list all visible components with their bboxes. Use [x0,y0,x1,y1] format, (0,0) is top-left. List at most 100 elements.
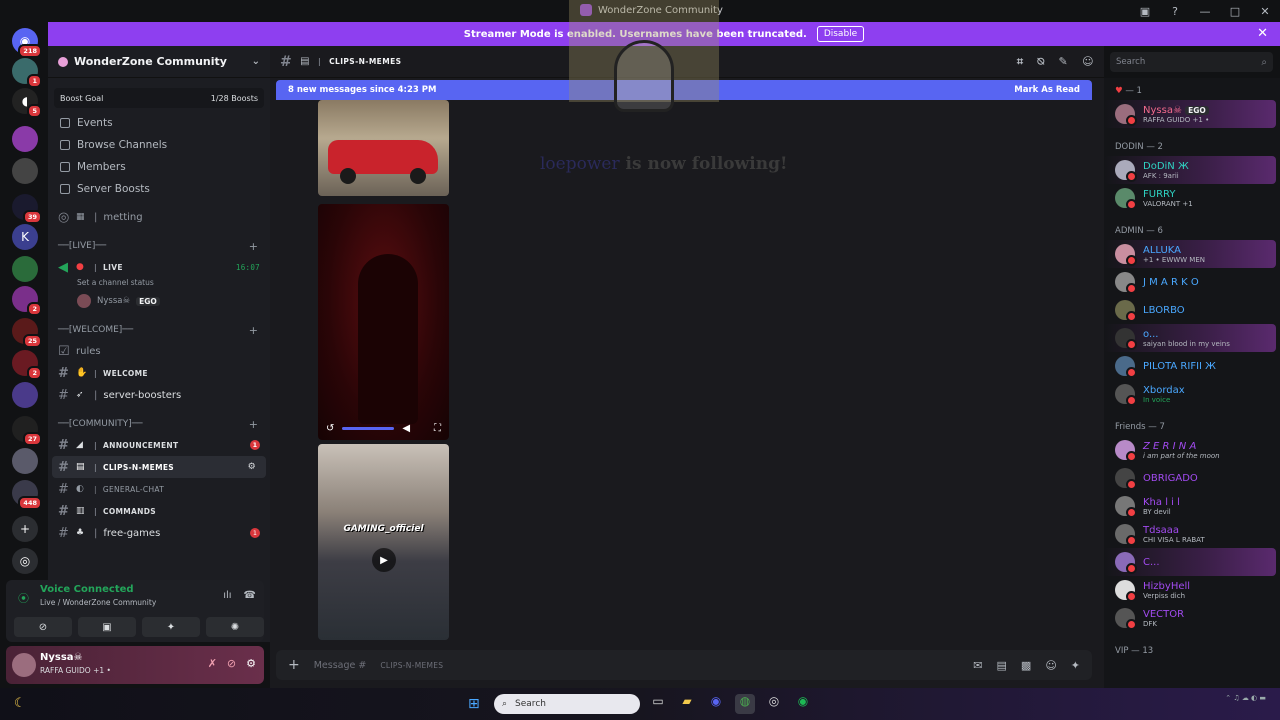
member-list-icon[interactable]: ☺ [1082,55,1094,69]
voice-participant[interactable]: Nyssa☠ EGO [48,290,270,312]
windows-start-icon[interactable]: ⊞ [468,696,484,712]
screen-share-button[interactable]: ▣ [78,617,136,637]
member-item[interactable]: LBORBO [1104,296,1276,324]
avatar[interactable] [12,653,36,677]
server-icon[interactable]: 2 [12,286,42,316]
member-item[interactable]: FURRY VALORANT +1 [1104,184,1276,212]
server-icon[interactable]: K [12,224,38,250]
volume-slider[interactable] [342,426,395,430]
channel-general-chat[interactable]: # ◐ | GENERAL-CHAT [48,478,270,500]
apps-icon[interactable]: ✦ [1071,659,1080,672]
message-composer[interactable]: + Message # CLIPS-N-MEMES ✉ ▤ ▩ ☺ ✦ [276,650,1092,680]
gift-icon[interactable]: ✉ [973,659,982,672]
voice-status-title[interactable]: Voice Connected [40,584,134,595]
steam-icon[interactable]: ◎ [764,694,784,714]
file-explorer-icon[interactable]: ▰ [677,694,697,714]
fullscreen-icon[interactable]: ⛶ [434,423,441,434]
member-item[interactable]: ALLUKA +1 • EWWW MEN [1104,240,1276,268]
home-button[interactable]: ◉ 218 [12,28,42,58]
search-input[interactable]: Search ⌕ [1110,52,1273,72]
nav-browse-channels[interactable]: Browse Channels [48,134,270,156]
member-item[interactable]: HizbyHell Verpiss dich [1104,576,1276,604]
category-live[interactable]: ──[LIVE]── + [48,236,270,256]
maximize-button[interactable]: □ [1220,5,1250,18]
server-icon[interactable]: 448 [12,480,42,510]
category-welcome[interactable]: ──[WELCOME]── + [48,320,270,340]
member-item[interactable]: o... saiyan blood in my veins [1104,324,1276,352]
server-icon[interactable]: 25 [12,318,42,348]
channel-clips-n-memes[interactable]: # ▤ | CLIPS-N-MEMES ⚙ [52,456,266,478]
minimize-button[interactable]: — [1190,5,1220,18]
nav-events[interactable]: Events [48,112,270,134]
disconnect-icon[interactable]: ☎ [244,590,256,601]
mark-as-read-button[interactable]: Mark As Read [1014,85,1080,95]
member-item[interactable]: PILOTA RIFII Ж [1104,352,1276,380]
emoji-icon[interactable]: ☺ [1045,659,1056,672]
soundboard-button[interactable]: ✺ [206,617,264,637]
inbox-icon[interactable]: ▣ [1130,5,1160,18]
server-icon[interactable]: 1 [12,58,42,88]
channel-free-games[interactable]: # ♣ | free-games 1 [48,522,270,544]
sticker-icon[interactable]: ▩ [1021,659,1031,672]
notifications-icon[interactable]: ⍉ [1038,55,1045,69]
server-icon[interactable]: 27 [12,416,42,446]
volume-icon[interactable]: ◀ [402,423,410,434]
member-item[interactable]: C... [1104,548,1276,576]
help-icon[interactable]: ? [1160,5,1190,18]
plus-icon[interactable]: + [249,324,258,337]
noise-suppression-icon[interactable]: ılı [223,590,231,601]
activities-button[interactable]: ✦ [142,617,200,637]
username[interactable]: Nyssa☠ [40,652,83,663]
member-item[interactable]: Z E R I N Ai am part of the moon [1104,436,1276,464]
play-icon[interactable]: ▶ [372,548,396,572]
server-icon[interactable] [12,382,38,408]
channel-announcement[interactable]: # ◢ | ANNOUNCEMENT 1 [48,434,270,456]
gif-icon[interactable]: ▤ [997,659,1007,672]
close-icon[interactable]: ✕ [1257,26,1268,41]
channel-rules[interactable]: ☑ rules [48,340,270,362]
task-view-icon[interactable]: ▭ [648,694,668,714]
server-icon[interactable] [12,256,38,282]
discover-button[interactable]: ◎ [12,548,38,574]
video-attachment[interactable]: GAMING_officiel ▶ [318,444,449,640]
server-icon[interactable] [12,448,38,474]
add-server-button[interactable]: + [12,516,38,542]
channel-server-boosters[interactable]: # ➶ | server-boosters [48,384,270,406]
disable-streamer-button[interactable]: Disable [816,26,865,42]
member-item[interactable]: J M A R K O [1104,268,1276,296]
system-tray[interactable]: ⌃ ♫ ☁ ◐ ▬ [1225,694,1266,702]
mic-muted-icon[interactable]: ✗ [208,657,217,670]
boost-goal[interactable]: Boost Goal 1/28 Boosts [54,88,264,108]
plus-icon[interactable]: + [249,418,258,431]
close-window-button[interactable]: ✕ [1250,5,1280,18]
taskbar-search[interactable]: ⌕ Search [494,694,640,714]
channel-status[interactable]: Set a channel status [48,278,270,290]
headphones-muted-icon[interactable]: ⊘ [227,657,236,670]
server-icon[interactable] [12,158,38,184]
member-item[interactable]: Tdsaaa CHI VISA L RABAT [1104,520,1276,548]
channel-live[interactable]: ◀ ● | LIVE 16:07 [48,256,270,278]
chrome-icon[interactable]: ◍ [735,694,755,714]
category-community[interactable]: ──[COMMUNITY]── + [48,414,270,434]
member-item[interactable]: VECTOR DFK [1104,604,1276,632]
server-icon[interactable] [12,126,38,152]
voice-status-subtitle[interactable]: Live / WonderZone Community [40,598,156,607]
member-item[interactable]: Kha l i l BY devil [1104,492,1276,520]
video-attachment[interactable] [318,100,449,196]
guild-header[interactable]: WonderZone Community ⌄ [48,46,270,78]
server-icon[interactable]: 2 [12,350,42,380]
channel-welcome[interactable]: # ✋ | WELCOME [48,362,270,384]
video-attachment[interactable]: ↺ ◀ ⛶ [318,204,449,440]
replay-icon[interactable]: ↺ [326,423,334,434]
spotify-icon[interactable]: ◉ [793,694,813,714]
nav-server-boosts[interactable]: Server Boosts [48,178,270,200]
settings-gear-icon[interactable]: ⚙ [248,462,256,472]
member-item[interactable]: Xbordax In voice [1104,380,1276,408]
member-item[interactable]: OBRIGADO [1104,464,1276,492]
camera-off-button[interactable]: ⊘ [14,617,72,637]
server-icon[interactable]: 39 [12,194,42,224]
settings-gear-icon[interactable]: ⚙ [246,657,256,670]
plus-icon[interactable]: + [288,657,300,673]
server-icon[interactable]: ◖ 5 [12,88,42,118]
discord-taskbar-icon[interactable]: ◉ [706,694,726,714]
